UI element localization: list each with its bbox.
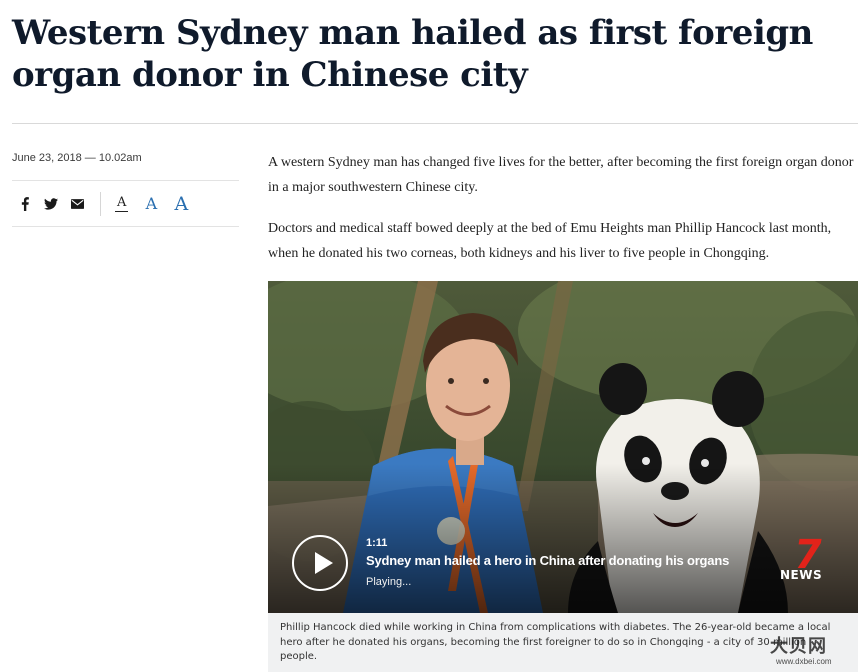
font-size-large-button[interactable]: A — [166, 194, 196, 214]
video-title[interactable]: Sydney man hailed a hero in China after … — [366, 553, 729, 568]
toolbar-separator — [100, 191, 101, 216]
article-headline: Western Sydney man hailed as first forei… — [12, 13, 813, 95]
share-facebook-button[interactable] — [12, 189, 38, 219]
font-size-small-button[interactable]: A — [115, 195, 129, 212]
share-email-button[interactable] — [64, 189, 90, 219]
video-duration: 1:11 — [366, 537, 388, 549]
site-watermark: 大贝网 www.dxbei.com — [762, 630, 862, 672]
share-twitter-button[interactable] — [38, 189, 64, 219]
watermark-url: www.dxbei.com — [776, 657, 832, 666]
headline-divider — [12, 123, 858, 124]
twitter-icon — [44, 197, 58, 210]
article-toolbar: A A A — [12, 181, 239, 226]
play-button[interactable] — [292, 535, 348, 591]
seven-news-logo: 7 NEWS — [780, 532, 840, 584]
facebook-icon — [21, 196, 29, 211]
video-status: Playing... — [366, 576, 412, 588]
font-size-medium-button[interactable]: A — [136, 194, 166, 214]
email-icon — [70, 198, 84, 209]
article-paragraph: Doctors and medical staff bowed deeply a… — [268, 221, 832, 261]
toolbar-bottom-divider — [12, 226, 239, 227]
article-paragraph: A western Sydney man has changed five li… — [268, 155, 854, 195]
seven-news-logo-text: NEWS — [780, 568, 823, 582]
video-player[interactable]: 1:11 Sydney man hailed a hero in China a… — [268, 281, 858, 613]
article-dateline: June 23, 2018 — 10.02am — [12, 152, 142, 164]
watermark-text: 大贝网 — [770, 636, 827, 657]
